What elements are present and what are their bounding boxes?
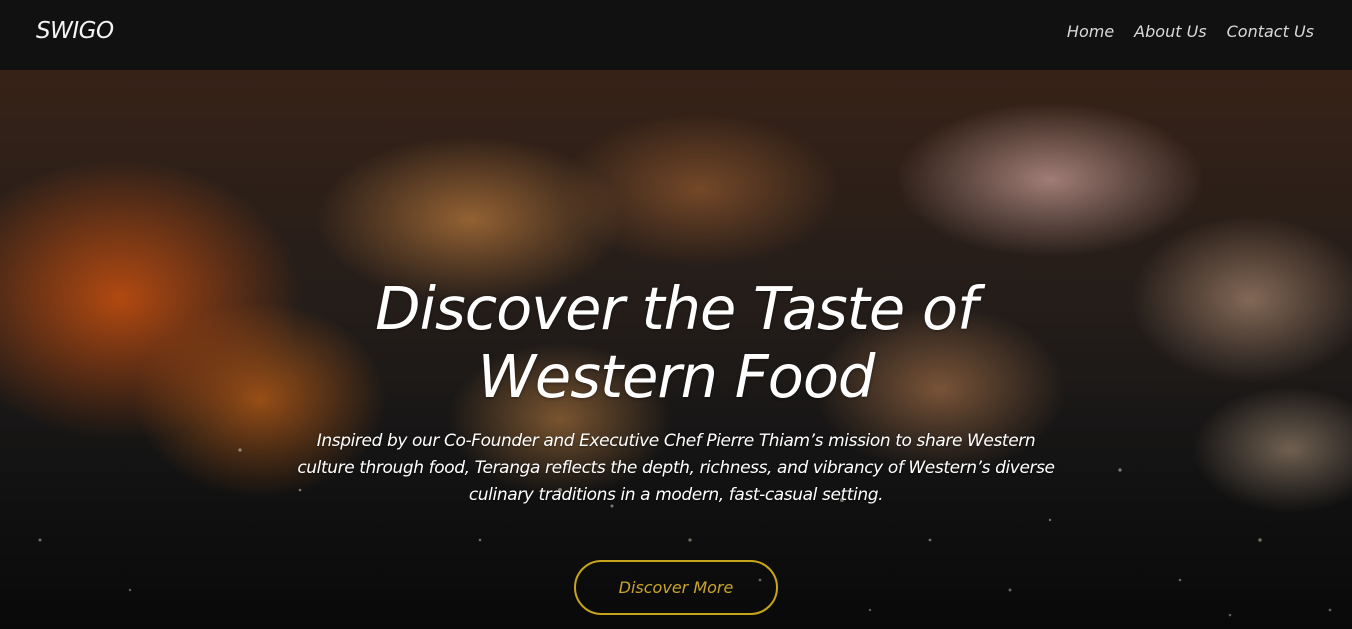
navbar: SWIGO Home About Us Contact Us — [0, 0, 1352, 70]
discover-more-button[interactable]: Discover More — [574, 560, 778, 615]
nav-links: Home About Us Contact Us — [1067, 22, 1314, 41]
nav-link-contact-us[interactable]: Contact Us — [1227, 22, 1314, 41]
hero-content: Discover the Taste of Western Food Inspi… — [0, 70, 1352, 629]
hero-headline: Discover the Taste of Western Food — [375, 274, 978, 411]
hero-description: Inspired by our Co-Founder and Executive… — [297, 431, 1055, 505]
nav-link-home[interactable]: Home — [1067, 22, 1114, 41]
hero-section: Discover the Taste of Western Food Inspi… — [0, 70, 1352, 629]
nav-link-about-us[interactable]: About Us — [1134, 22, 1206, 41]
brand-logo[interactable]: SWIGO — [36, 18, 114, 44]
